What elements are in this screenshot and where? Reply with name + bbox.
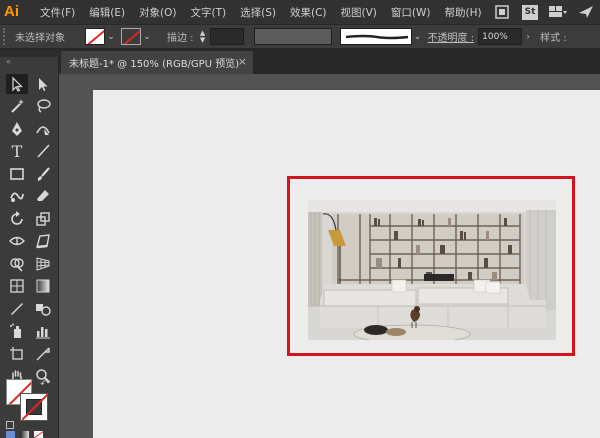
document-tab-title: 未标题-1* @ 150% (RGB/GPU 预览) [69,59,240,70]
artboard-tool-icon[interactable] [6,344,28,364]
fill-swatch[interactable] [85,28,105,45]
highlight-frame [287,176,575,356]
menu-object[interactable]: 对象(O) [139,5,176,20]
stepper-down-icon[interactable]: ▼ [200,36,205,44]
rectangle-tool-icon[interactable] [6,164,28,184]
color-mode-buttons [6,431,56,438]
menu-select[interactable]: 选择(S) [240,5,276,20]
direct-selection-tool-icon[interactable] [32,74,54,94]
color-button[interactable] [6,431,15,438]
menu-effect[interactable]: 效果(C) [290,5,327,20]
placed-image[interactable] [308,200,556,340]
stroke-weight-input[interactable] [209,28,244,45]
opacity-dropdown-icon[interactable]: › [522,28,534,45]
collapse-panel-icon[interactable]: « [6,57,11,66]
menu-type[interactable]: 文字(T) [191,5,227,20]
stroke-label: 描边 : [167,33,194,44]
menu-view[interactable]: 视图(V) [341,5,377,20]
opacity-input[interactable]: 100% [478,28,523,45]
gradient-tool-icon[interactable] [32,276,54,296]
variable-width-profile[interactable] [253,28,332,45]
stock-label: St [522,4,538,20]
column-graph-tool-icon[interactable] [32,321,54,341]
living-room-photo [308,200,556,340]
stroke-color-box[interactable] [20,393,49,421]
paintbrush-tool-icon[interactable] [32,164,54,184]
brush-stroke-preview [345,34,409,39]
close-icon[interactable]: × [238,55,247,68]
document-tab-bar: 未标题-1* @ 150% (RGB/GPU 预览) × [59,49,600,74]
magic-wand-tool-icon[interactable] [6,96,28,116]
workspace-switcher-icon[interactable] [549,4,567,20]
blend-tool-icon[interactable] [32,299,54,319]
control-bar: 未选择对象 ⌄ ⌄ 描边 : ▲ ▼ ⌄ 不透明度 : 100% › 样式 : [0,24,600,49]
lasso-tool-icon[interactable] [32,96,54,116]
shape-builder-tool-icon[interactable] [6,254,28,274]
line-tool-icon[interactable] [32,141,54,161]
stroke-weight-stepper[interactable]: ▲ ▼ [198,28,208,45]
pen-tool-icon[interactable] [6,119,28,139]
tools-panel-grip[interactable] [0,49,59,57]
type-tool-icon[interactable]: T [6,141,28,161]
scale-tool-icon[interactable] [32,209,54,229]
document-tab[interactable]: 未标题-1* @ 150% (RGB/GPU 预览) × [61,51,253,74]
menu-window[interactable]: 窗口(W) [391,5,431,20]
bridge-icon[interactable] [493,4,511,20]
default-colors-icon[interactable] [6,421,14,429]
tools-panel: « T ↶ [0,49,59,438]
eraser-tool-icon[interactable] [32,186,54,206]
brush-definition-select[interactable] [339,28,412,45]
menu-help[interactable]: 帮助(H) [445,5,482,20]
menu-file[interactable]: 文件(F) [40,5,75,20]
mesh-tool-icon[interactable] [6,276,28,296]
brush-dropdown-icon[interactable]: ⌄ [412,28,424,45]
free-transform-tool-icon[interactable] [32,231,54,251]
rotate-tool-icon[interactable] [6,209,28,229]
menu-bar: Ai 文件(F) 编辑(E) 对象(O) 文字(T) 选择(S) 效果(C) 视… [0,0,600,24]
stock-icon[interactable]: St [521,4,539,20]
gradient-button[interactable] [20,431,29,438]
menu-edit[interactable]: 编辑(E) [89,5,125,20]
artboard[interactable] [93,90,600,438]
selection-tool-icon[interactable] [6,74,28,94]
curvature-tool-icon[interactable] [32,119,54,139]
send-icon[interactable] [577,4,595,20]
symbol-sprayer-tool-icon[interactable] [6,321,28,341]
stroke-dropdown-icon[interactable]: ⌄ [141,28,153,45]
perspective-grid-tool-icon[interactable] [32,254,54,274]
width-tool-icon[interactable] [6,231,28,251]
opacity-label[interactable]: 不透明度 : [428,29,475,44]
slice-tool-icon[interactable] [32,344,54,364]
swap-fill-stroke-icon[interactable]: ↶ [40,379,48,390]
canvas-workspace[interactable] [59,74,600,438]
selection-status: 未选择对象 [15,33,65,44]
fill-dropdown-icon[interactable]: ⌄ [105,28,117,45]
shaper-tool-icon[interactable] [6,186,28,206]
none-button[interactable] [34,431,43,438]
app-logo: Ai [4,3,19,20]
control-bar-grip[interactable] [3,28,7,45]
stroke-swatch[interactable] [121,28,141,45]
style-label: 样式 : [540,33,567,44]
eyedropper-tool-icon[interactable] [6,299,28,319]
